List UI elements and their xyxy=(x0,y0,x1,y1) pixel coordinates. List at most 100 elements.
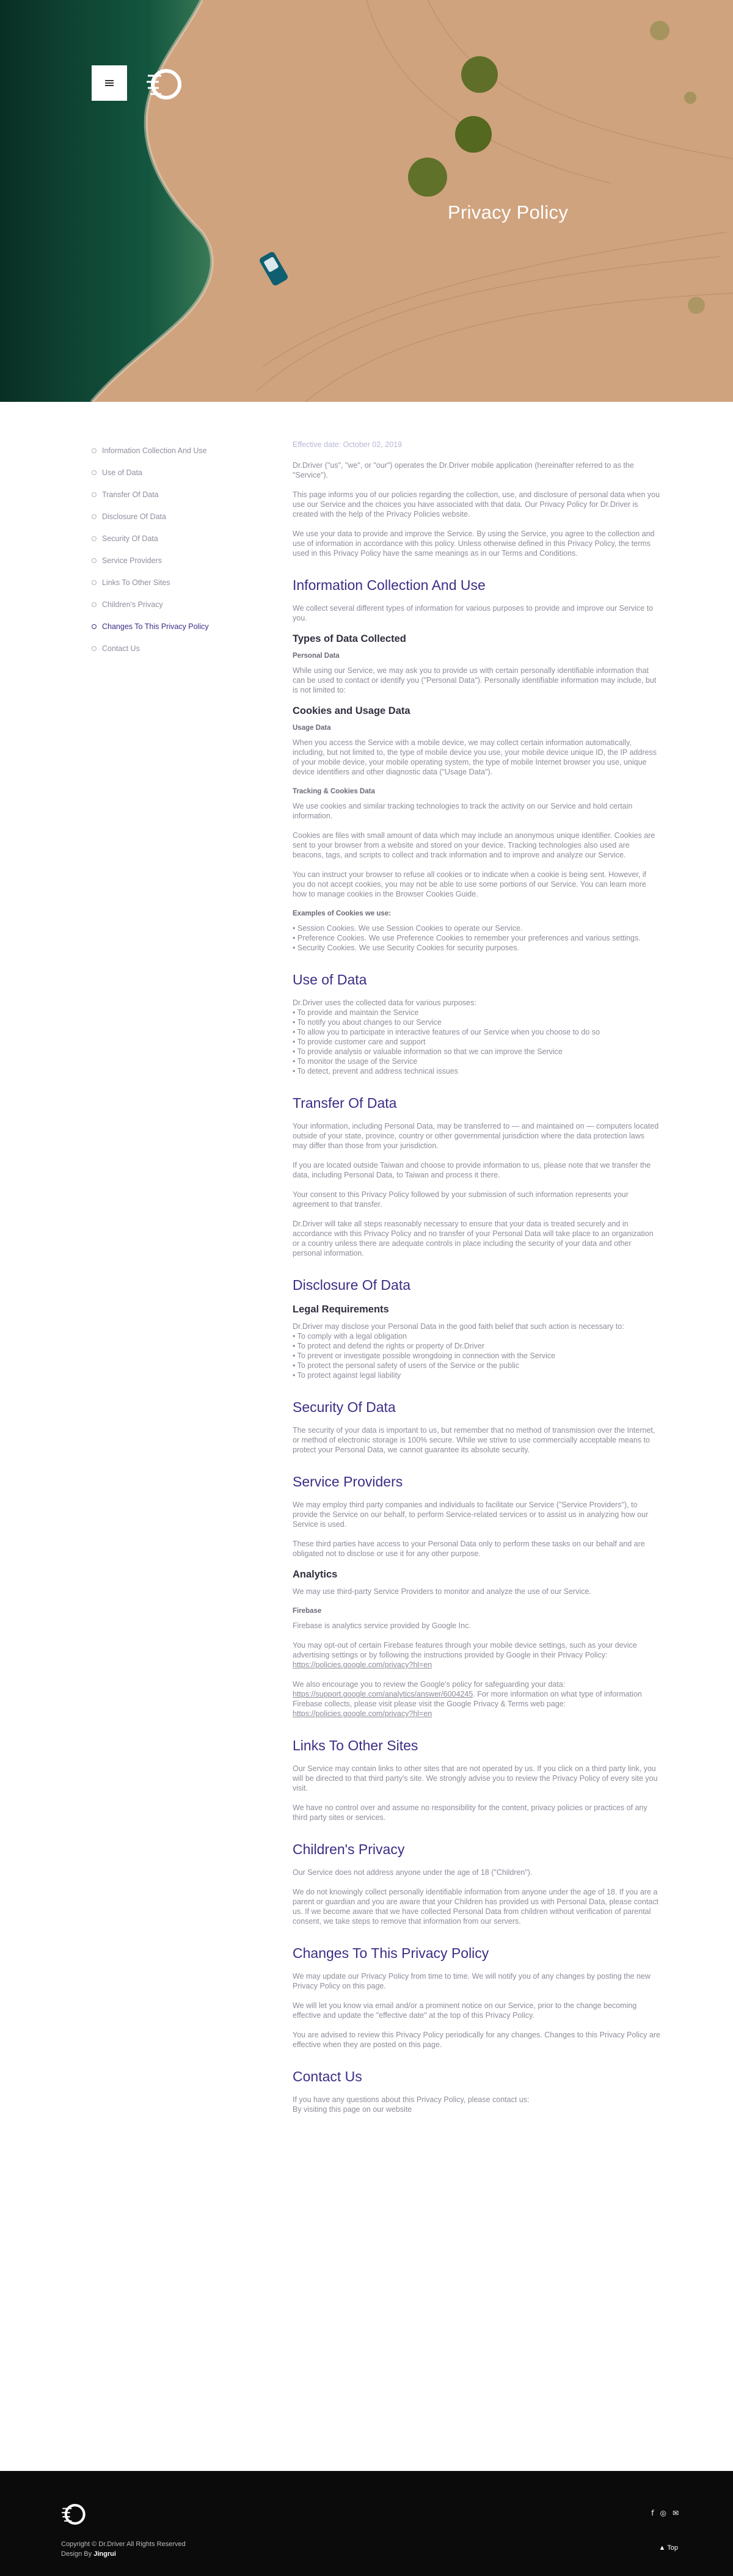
site-footer: Copyright © Dr.Driver All Rights Reserve… xyxy=(0,2471,733,2576)
paragraph: The security of your data is important t… xyxy=(293,1426,655,1454)
section-heading-links: Links To Other Sites xyxy=(293,1737,418,1753)
paragraph: Our Service does not address anyone unde… xyxy=(293,1868,533,1877)
sidebar-item-label: Contact Us xyxy=(102,644,140,653)
google-privacy-link[interactable]: https://policies.google.com/privacy?hl=e… xyxy=(293,1661,432,1669)
paragraph: These third parties have access to your … xyxy=(293,1540,645,1558)
policy-article: Effective date: October 02, 2019 Dr.Driv… xyxy=(293,440,660,2124)
design-prefix: Design By xyxy=(61,2550,94,2558)
list-item: To provide customer care and support xyxy=(293,1037,660,1047)
intro-paragraph: Dr.Driver ("us", "we", or "our") operate… xyxy=(293,461,634,479)
paragraph: Your information, including Personal Dat… xyxy=(293,1122,659,1150)
paragraph: We also encourage you to review the Goog… xyxy=(293,1679,660,1719)
sidebar-item[interactable]: Use of Data xyxy=(92,462,238,484)
menu-button[interactable] xyxy=(92,65,127,101)
design-credit: Design By Jingrui xyxy=(61,2549,186,2559)
paragraph: Firebase is analytics service provided b… xyxy=(293,1621,471,1630)
sidebar-item[interactable]: Service Providers xyxy=(92,550,238,572)
logo-icon[interactable] xyxy=(145,67,182,101)
paragraph: Dr.Driver will take all steps reasonably… xyxy=(293,1220,654,1257)
subheading-legal: Legal Requirements xyxy=(293,1304,389,1315)
list-item: Security Cookies. We use Security Cookie… xyxy=(293,943,660,953)
sidebar-item[interactable]: Children's Privacy xyxy=(92,594,238,616)
minor-heading-usage: Usage Data xyxy=(293,724,331,732)
bullet-icon xyxy=(92,602,97,607)
paragraph: We use cookies and similar tracking tech… xyxy=(293,802,633,820)
paragraph: We may employ third party companies and … xyxy=(293,1501,649,1529)
paragraph: Our Service may contain links to other s… xyxy=(293,1764,658,1792)
paragraph: If you are located outside Taiwan and ch… xyxy=(293,1161,651,1179)
facebook-icon[interactable]: f xyxy=(651,2509,654,2517)
designer-name: Jingrui xyxy=(93,2550,116,2558)
paragraph: Dr.Driver may disclose your Personal Dat… xyxy=(293,1322,624,1331)
paragraph: Your consent to this Privacy Policy foll… xyxy=(293,1190,629,1209)
hero-banner: Privacy Policy xyxy=(0,0,733,402)
bullet-icon xyxy=(92,492,97,497)
list-item: To protect the personal safety of users … xyxy=(293,1361,660,1370)
sidebar-item-label: Children's Privacy xyxy=(102,600,163,609)
social-links: f ◎ ✉ xyxy=(651,2509,679,2517)
intro-paragraph: We use your data to provide and improve … xyxy=(293,529,655,558)
use-of-data-list: To provide and maintain the Service To n… xyxy=(293,1008,660,1076)
list-item: Preference Cookies. We use Preference Co… xyxy=(293,933,660,943)
list-item: To notify you about changes to our Servi… xyxy=(293,1017,660,1027)
back-to-top-link[interactable]: ▲ Top xyxy=(659,2544,678,2552)
subheading-analytics: Analytics xyxy=(293,1569,338,1580)
sidebar-item[interactable]: Information Collection And Use xyxy=(92,440,238,462)
google-analytics-support-link[interactable]: https://support.google.com/analytics/ans… xyxy=(293,1690,473,1698)
section-heading-contact: Contact Us xyxy=(293,2068,362,2084)
sidebar-item[interactable]: Security Of Data xyxy=(92,528,238,550)
list-item: To provide and maintain the Service xyxy=(293,1008,660,1017)
bullet-icon xyxy=(92,470,97,475)
disclosure-list: To comply with a legal obligation To pro… xyxy=(293,1331,660,1380)
minor-heading-personal: Personal Data xyxy=(293,652,340,660)
paragraph: We may use third-party Service Providers… xyxy=(293,1587,591,1596)
list-item: To monitor the usage of the Service xyxy=(293,1057,660,1066)
copyright-text: Copyright © Dr.Driver All Rights Reserve… xyxy=(61,2541,186,2548)
hamburger-icon xyxy=(105,82,114,84)
policy-content: Information Collection And Use Use of Dat… xyxy=(0,402,733,2471)
google-terms-link[interactable]: https://policies.google.com/privacy?hl=e… xyxy=(293,1709,432,1718)
list-item: To provide analysis or valuable informat… xyxy=(293,1047,660,1057)
bullet-icon xyxy=(92,448,97,453)
email-icon[interactable]: ✉ xyxy=(673,2509,679,2517)
section-heading-children: Children's Privacy xyxy=(293,1841,405,1857)
bullet-icon xyxy=(92,646,97,651)
paragraph: We do not knowingly collect personally i… xyxy=(293,1888,658,1926)
sidebar-item-label: Security Of Data xyxy=(102,534,158,543)
minor-heading-tracking: Tracking & Cookies Data xyxy=(293,788,375,795)
list-item: To comply with a legal obligation xyxy=(293,1331,660,1341)
sidebar-nav: Information Collection And Use Use of Dat… xyxy=(92,440,238,660)
list-item: To allow you to participate in interacti… xyxy=(293,1027,660,1037)
sidebar-item[interactable]: Transfer Of Data xyxy=(92,484,238,506)
minor-heading-firebase: Firebase xyxy=(293,1607,322,1615)
text: You may opt-out of certain Firebase feat… xyxy=(293,1641,637,1659)
section-heading-use-of-data: Use of Data xyxy=(293,972,367,988)
footer-copyright: Copyright © Dr.Driver All Rights Reserve… xyxy=(61,2539,186,2559)
paragraph: You can instruct your browser to refuse … xyxy=(293,870,647,898)
list-item: To prevent or investigate possible wrong… xyxy=(293,1351,660,1361)
paragraph: You are advised to review this Privacy P… xyxy=(293,2031,660,2049)
paragraph: We may update our Privacy Policy from ti… xyxy=(293,1972,651,1990)
paragraph: Cookies are files with small amount of d… xyxy=(293,831,655,859)
sidebar-item[interactable]: Disclosure Of Data xyxy=(92,506,238,528)
sidebar-item[interactable]: Links To Other Sites xyxy=(92,572,238,594)
instagram-icon[interactable]: ◎ xyxy=(660,2509,666,2517)
paragraph: Dr.Driver uses the collected data for va… xyxy=(293,999,476,1007)
effective-date: Effective date: October 02, 2019 xyxy=(293,440,403,449)
list-item: Session Cookies. We use Session Cookies … xyxy=(293,923,660,933)
bullet-icon xyxy=(92,580,97,585)
section-heading-providers: Service Providers xyxy=(293,1474,403,1490)
paragraph: We will let you know via email and/or a … xyxy=(293,2001,637,2020)
list-item: To protect and defend the rights or prop… xyxy=(293,1341,660,1351)
aerial-beach-image xyxy=(0,0,733,402)
section-heading-disclosure: Disclosure Of Data xyxy=(293,1277,411,1293)
sidebar-item[interactable]: Contact Us xyxy=(92,638,238,660)
paragraph: By visiting this page on our website xyxy=(293,2105,412,2114)
bullet-icon xyxy=(92,624,97,629)
sidebar-item-label: Changes To This Privacy Policy xyxy=(102,622,209,631)
footer-logo-icon[interactable] xyxy=(60,2503,86,2526)
section-heading-collection: Information Collection And Use xyxy=(293,577,486,593)
sidebar-item[interactable]: Changes To This Privacy Policy xyxy=(92,616,238,638)
sidebar-item-label: Service Providers xyxy=(102,556,162,565)
paragraph: If you have any questions about this Pri… xyxy=(293,2095,530,2104)
